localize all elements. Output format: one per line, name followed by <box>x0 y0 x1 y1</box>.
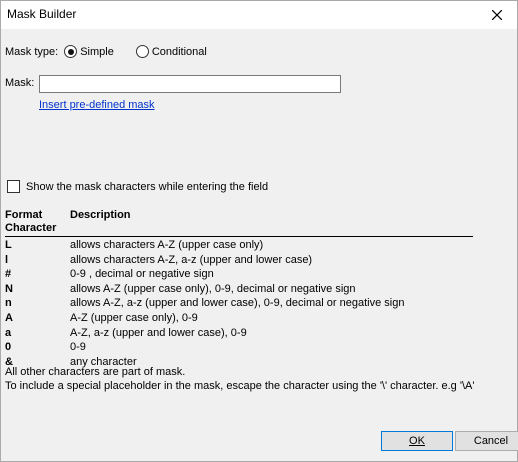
row-description: allows characters A-Z (upper case only) <box>70 239 264 251</box>
row-description: 0-9 <box>70 341 86 354</box>
table-row: L allows characters A-Z (upper case only… <box>5 238 505 253</box>
header-format-character: Format Character <box>5 209 57 234</box>
close-button[interactable] <box>483 3 511 27</box>
table-row: # 0-9 , decimal or negative sign <box>5 267 505 282</box>
table-row: a A-Z, a-z (upper and lower case), 0-9 <box>5 326 505 341</box>
row-character: # <box>5 268 12 281</box>
row-description: allows characters A-Z, a-z (upper and lo… <box>70 253 313 266</box>
table-row: 0 0-9 <box>5 340 505 355</box>
radio-simple-label: Simple <box>80 45 114 58</box>
mask-type-label: Mask type: <box>5 45 59 58</box>
radio-simple-indicator[interactable] <box>64 45 78 58</box>
mask-type-row: Mask type: Simple Conditional <box>5 45 207 58</box>
note-other-characters: All other characters are part of mask. <box>5 366 186 378</box>
row-description: A-Z, a-z (upper and lower case), 0-9 <box>70 326 247 339</box>
mask-builder-dialog: Mask Builder Mask type: Simple Condition… <box>0 0 518 462</box>
row-description: A-Z (upper case only), 0-9 <box>70 311 198 324</box>
radio-simple[interactable]: Simple <box>64 45 114 58</box>
header-divider <box>5 236 473 237</box>
table-row: A A-Z (upper case only), 0-9 <box>5 311 505 326</box>
row-character: A <box>5 311 13 324</box>
mask-input[interactable] <box>39 75 341 93</box>
format-table: L allows characters A-Z (upper case only… <box>5 238 505 369</box>
header-description: Description <box>70 209 131 221</box>
radio-conditional-label: Conditional <box>151 45 207 58</box>
cancel-button[interactable]: Cancel <box>455 431 518 451</box>
row-character: 0 <box>5 341 12 354</box>
row-description: allows A-Z (upper case only), 0-9, decim… <box>70 282 356 295</box>
window-title: Mask Builder <box>7 7 77 21</box>
ok-button-label: OK <box>409 435 425 447</box>
row-description: 0-9 , decimal or negative sign <box>70 268 214 281</box>
cancel-button-label: Cancel <box>473 435 509 447</box>
row-character: n <box>5 297 12 310</box>
show-mask-chars-checkbox[interactable] <box>7 180 20 193</box>
row-description: allows A-Z, a-z (upper and lower case), … <box>70 297 405 310</box>
table-row: l allows characters A-Z, a-z (upper and … <box>5 253 505 268</box>
table-row: N allows A-Z (upper case only), 0-9, dec… <box>5 282 505 297</box>
close-icon <box>492 10 502 20</box>
row-character: L <box>5 239 12 251</box>
mask-label: Mask: <box>5 77 35 89</box>
ok-button[interactable]: OK <box>381 431 453 451</box>
title-bar: Mask Builder <box>1 1 517 29</box>
radio-conditional[interactable]: Conditional <box>135 45 207 58</box>
row-character: a <box>5 326 12 339</box>
insert-predefined-mask-link[interactable]: Insert pre-defined mask <box>39 99 155 111</box>
note-escape-placeholder: To include a special placeholder in the … <box>5 380 475 392</box>
radio-conditional-indicator[interactable] <box>135 45 149 58</box>
show-mask-chars-row[interactable]: Show the mask characters while entering … <box>7 180 268 193</box>
show-mask-chars-label: Show the mask characters while entering … <box>26 180 269 193</box>
row-character: N <box>5 282 13 295</box>
dialog-body: Mask type: Simple Conditional Mask: Inse… <box>1 29 518 461</box>
table-row: n allows A-Z, a-z (upper and lower case)… <box>5 296 505 311</box>
row-character: l <box>5 253 9 266</box>
